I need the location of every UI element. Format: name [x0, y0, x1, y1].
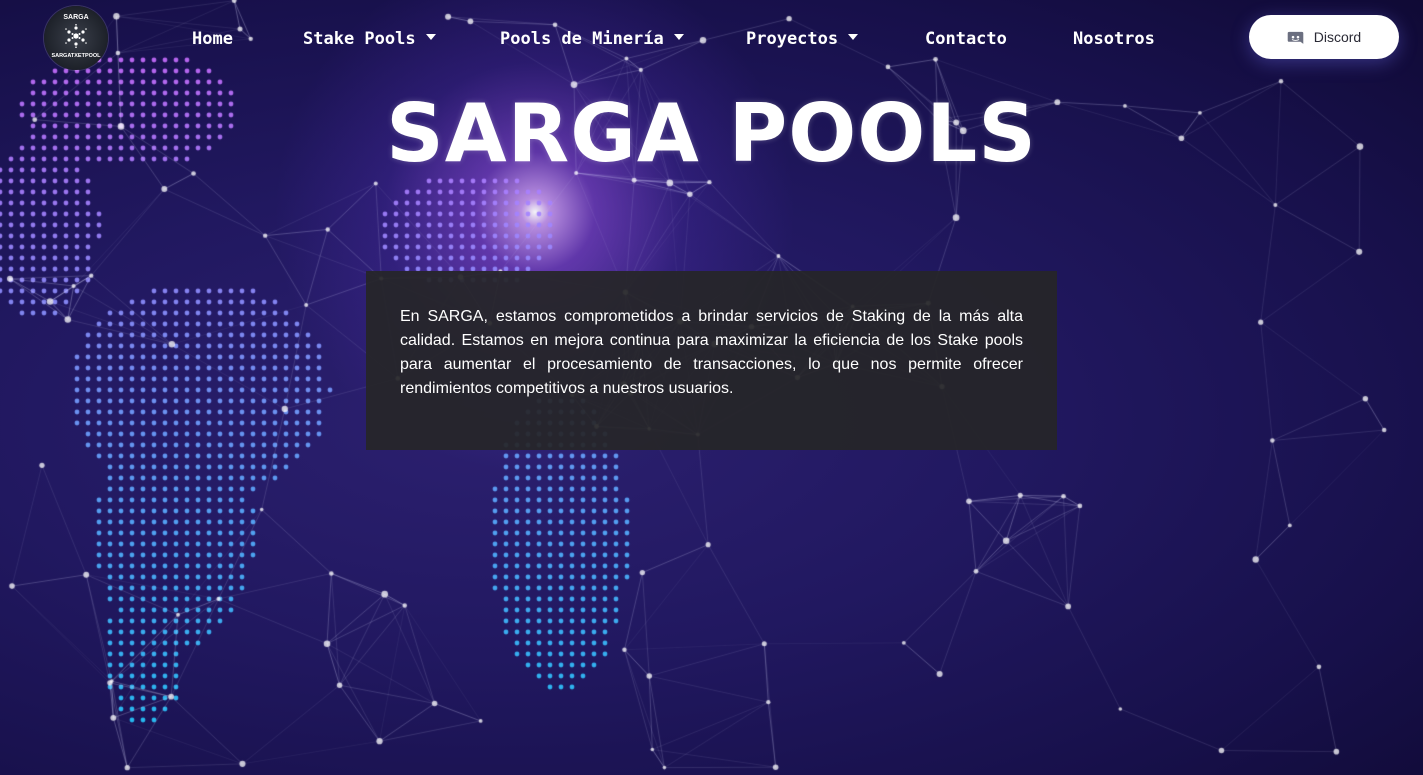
nav-pools-mineria-label: Pools de Minería	[500, 29, 664, 49]
navbar: SARGA SARGATXETPOOL Home Stake Pools Poo…	[0, 0, 1423, 78]
nav-nosotros-label: Nosotros	[1073, 29, 1155, 49]
intro-card: En SARGA, estamos comprometidos a brinda…	[366, 271, 1057, 450]
chevron-down-icon	[425, 34, 436, 40]
cardano-icon	[65, 24, 87, 48]
nav-pools-mineria[interactable]: Pools de Minería	[500, 28, 684, 50]
intro-text: En SARGA, estamos comprometidos a brinda…	[400, 308, 1023, 397]
nav-home-label: Home	[192, 29, 233, 49]
discord-button[interactable]: Discord	[1249, 15, 1399, 59]
hero-title: SARGA POOLS	[386, 87, 1037, 180]
nav-proyectos-label: Proyectos	[746, 29, 839, 49]
discord-button-label: Discord	[1313, 29, 1362, 45]
chevron-down-icon	[673, 34, 684, 40]
nav-nosotros[interactable]: Nosotros	[1073, 28, 1155, 50]
nav-contacto-label: Contacto	[925, 29, 1007, 49]
chevron-down-icon	[848, 34, 859, 40]
discord-icon	[1287, 31, 1304, 44]
nav-contacto[interactable]: Contacto	[925, 28, 1007, 50]
site-logo[interactable]: SARGA SARGATXETPOOL	[44, 6, 108, 70]
nav-stake-pools-label: Stake Pools	[303, 29, 416, 49]
nav-proyectos[interactable]: Proyectos	[746, 28, 859, 50]
nav-stake-pools[interactable]: Stake Pools	[303, 28, 436, 50]
nav-home[interactable]: Home	[192, 28, 233, 50]
logo-top-text: SARGA	[63, 14, 89, 21]
logo-bottom-text: SARGATXETPOOL	[51, 53, 101, 59]
